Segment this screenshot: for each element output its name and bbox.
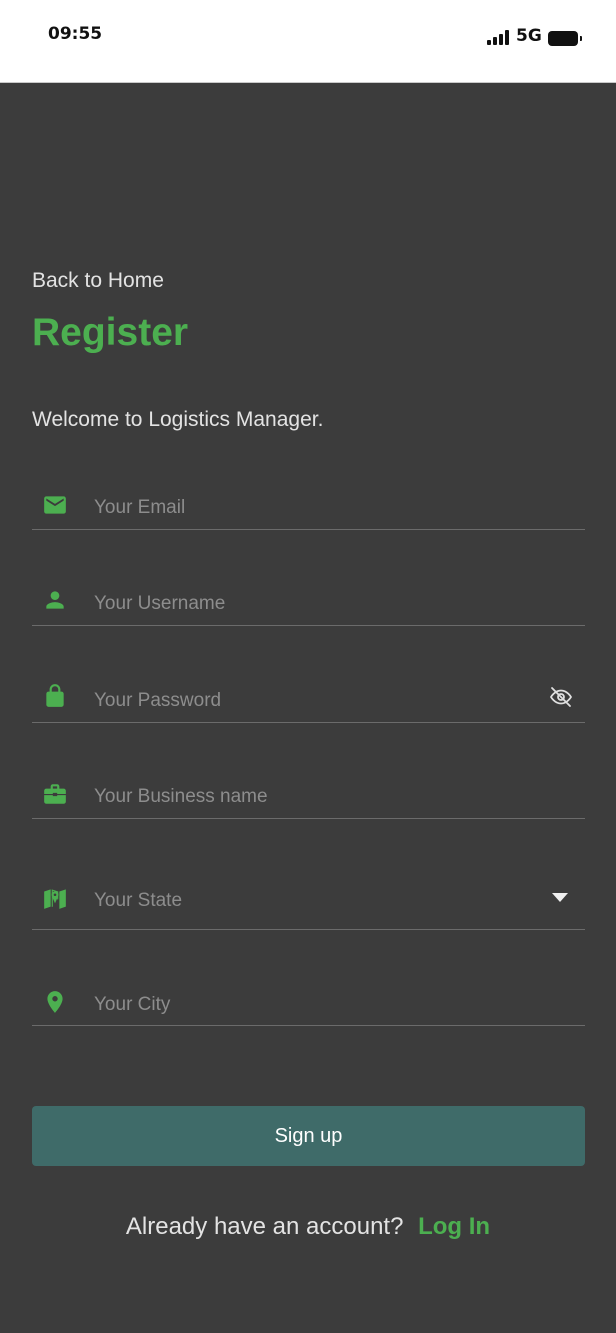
password-input[interactable] [94, 686, 494, 716]
network-type: 5G [516, 26, 542, 46]
email-input[interactable] [94, 493, 534, 523]
briefcase-icon [44, 784, 66, 804]
state-select-label: Your State [94, 890, 183, 911]
signup-button[interactable]: Sign up [32, 1106, 585, 1166]
business-name-field [32, 775, 585, 819]
eye-off-icon[interactable] [549, 685, 573, 709]
email-field [32, 486, 585, 530]
status-bar: 09:55 5G [0, 0, 616, 83]
login-prompt: Already have an account? Log In [0, 1213, 616, 1241]
battery-icon [548, 31, 582, 46]
map-icon [44, 889, 66, 909]
city-field [32, 983, 585, 1026]
email-icon [44, 496, 66, 514]
location-pin-icon [47, 991, 63, 1013]
city-input[interactable] [94, 990, 534, 1020]
login-link[interactable]: Log In [418, 1213, 490, 1240]
caret-down-icon[interactable] [551, 892, 569, 904]
status-time: 09:55 [48, 24, 103, 44]
lock-icon [46, 684, 64, 707]
signal-icon [487, 30, 509, 45]
login-prompt-text: Already have an account? [125, 1213, 404, 1240]
person-icon [46, 591, 64, 609]
state-select[interactable]: Your State [32, 872, 585, 930]
password-field [32, 679, 585, 723]
username-input[interactable] [94, 589, 534, 619]
welcome-text: Welcome to Logistics Manager. [32, 408, 324, 431]
business-name-input[interactable] [94, 782, 534, 812]
back-to-home-link[interactable]: Back to Home [32, 269, 164, 293]
page-title: Register [32, 311, 189, 354]
username-field [32, 582, 585, 626]
